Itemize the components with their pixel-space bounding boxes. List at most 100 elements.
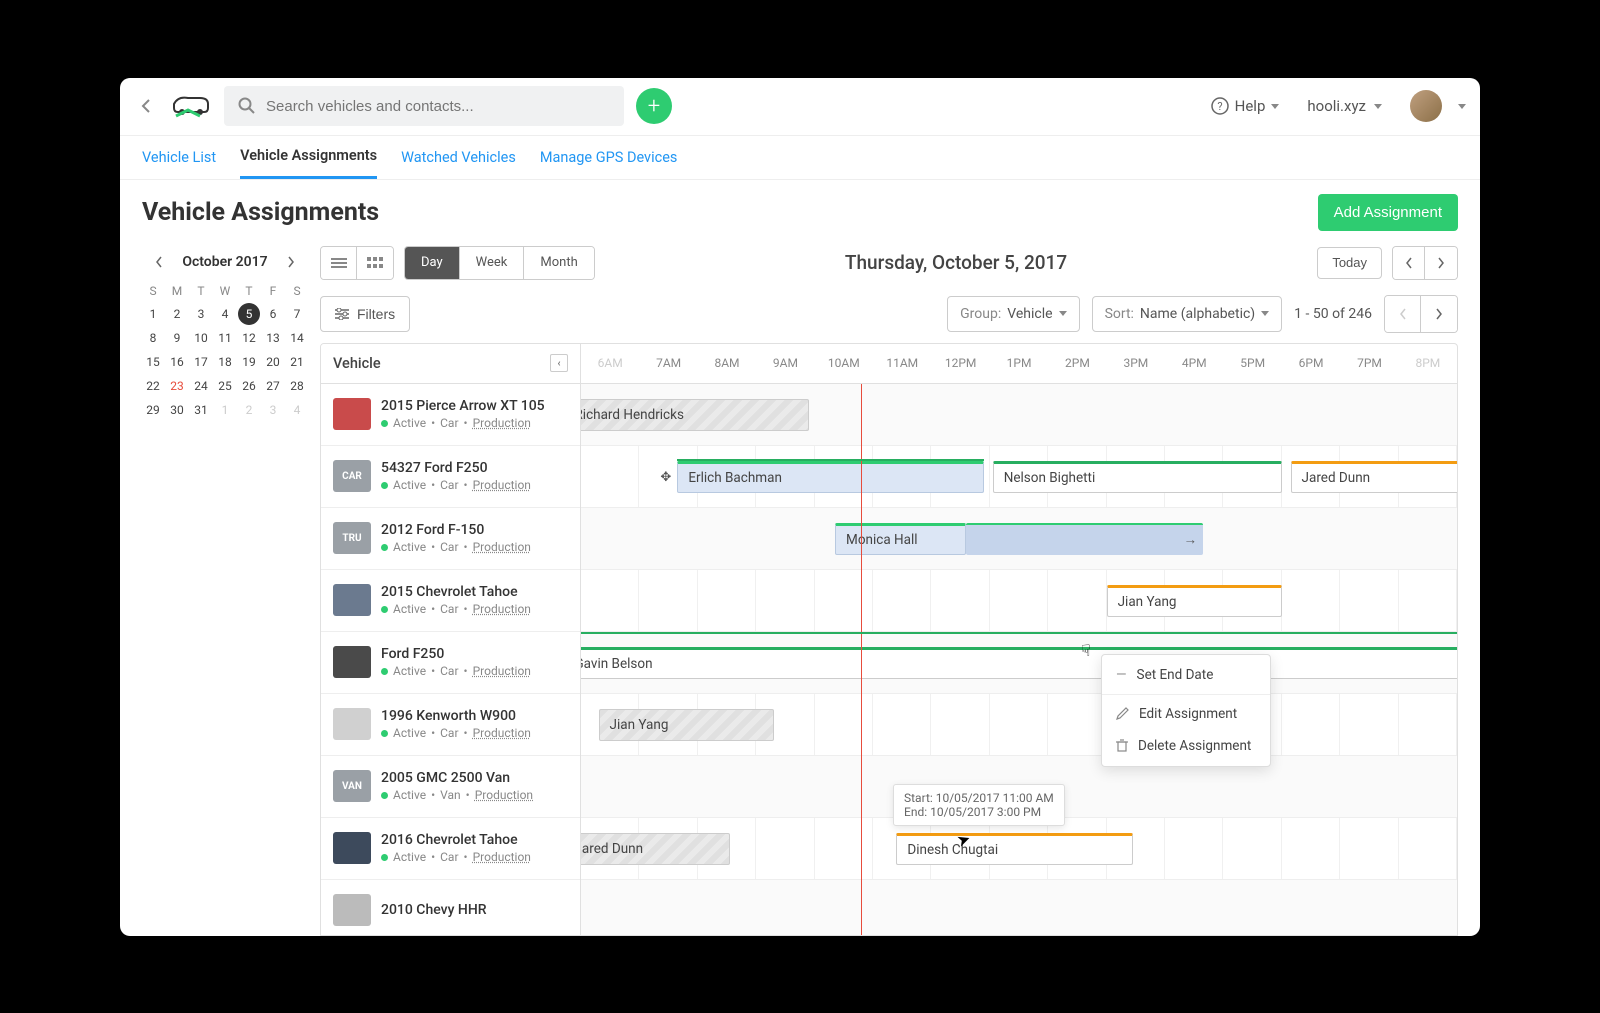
avatar[interactable] xyxy=(1410,90,1442,122)
prev-day-button[interactable] xyxy=(1393,247,1425,279)
calendar-day[interactable]: 23 xyxy=(166,375,188,397)
pagination: 1 - 50 of 246 xyxy=(1294,295,1458,333)
collapse-column-button[interactable]: ‹ xyxy=(550,354,568,372)
grid-view-icon[interactable] xyxy=(357,247,393,279)
nav-tab-manage-gps-devices[interactable]: Manage GPS Devices xyxy=(540,136,678,179)
add-button[interactable]: + xyxy=(636,88,672,124)
segment-week[interactable]: Week xyxy=(460,247,525,279)
nav-tab-vehicle-list[interactable]: Vehicle List xyxy=(142,136,216,179)
calendar-day[interactable]: 14 xyxy=(286,327,308,349)
assignment-bar[interactable]: ◀Jared Dunn xyxy=(581,833,730,865)
vehicle-row[interactable]: 2010 Chevy HHR xyxy=(321,880,580,935)
calendar-day[interactable]: 19 xyxy=(238,351,260,373)
segment-day[interactable]: Day xyxy=(405,247,460,279)
calendar-day[interactable]: 25 xyxy=(214,375,236,397)
assignment-bar[interactable]: Nelson Bighetti xyxy=(993,461,1282,493)
calendar-day[interactable]: 7 xyxy=(286,303,308,325)
search-box[interactable] xyxy=(224,86,624,126)
calendar-prev-button[interactable] xyxy=(148,251,170,273)
assignment-bar[interactable]: Monica Hall xyxy=(835,523,966,555)
calendar-day[interactable]: 8 xyxy=(142,327,164,349)
vehicle-thumbnail: VAN xyxy=(333,770,371,802)
today-button[interactable]: Today xyxy=(1317,247,1382,279)
calendar-day[interactable]: 1 xyxy=(214,399,236,421)
calendar-day[interactable]: 5 xyxy=(238,303,260,325)
calendar-day[interactable]: 20 xyxy=(262,351,284,373)
timeline-row[interactable]: ✥Erlich Bachman Nelson Bighetti Jared Dunn xyxy=(581,446,1457,508)
calendar-day[interactable]: 26 xyxy=(238,375,260,397)
calendar-day[interactable]: 28 xyxy=(286,375,308,397)
timeline-row[interactable]: ◀Jared Dunn Dinesh Chugtai xyxy=(581,818,1457,880)
org-selector[interactable]: hooli.xyz xyxy=(1299,97,1390,115)
assignment-bar[interactable]: Jian Yang xyxy=(1107,585,1282,617)
assignment-bar[interactable]: ◀Richard Hendricks xyxy=(581,399,809,431)
calendar-day[interactable]: 29 xyxy=(142,399,164,421)
calendar-dow: M xyxy=(166,281,188,301)
calendar-day[interactable]: 30 xyxy=(166,399,188,421)
calendar-day[interactable]: 21 xyxy=(286,351,308,373)
calendar-day[interactable]: 24 xyxy=(190,375,212,397)
assignment-extension[interactable]: → xyxy=(966,523,1203,555)
calendar-day[interactable]: 12 xyxy=(238,327,260,349)
nav-tab-watched-vehicles[interactable]: Watched Vehicles xyxy=(401,136,516,179)
calendar-day[interactable]: 1 xyxy=(142,303,164,325)
vehicle-row[interactable]: TRU2012 Ford F-150Active • Car • Product… xyxy=(321,508,580,570)
calendar-day[interactable]: 2 xyxy=(166,303,188,325)
calendar-day[interactable]: 31 xyxy=(190,399,212,421)
vehicle-row[interactable]: 2016 Chevrolet TahoeActive • Car • Produ… xyxy=(321,818,580,880)
vehicle-row[interactable]: Ford F250Active • Car • Production xyxy=(321,632,580,694)
calendar-day[interactable]: 13 xyxy=(262,327,284,349)
calendar-day[interactable]: 16 xyxy=(166,351,188,373)
menu-set-end-date[interactable]: — Set End Date xyxy=(1102,659,1270,691)
vehicle-row[interactable]: 2015 Chevrolet TahoeActive • Car • Produ… xyxy=(321,570,580,632)
next-day-button[interactable] xyxy=(1425,247,1457,279)
calendar-day[interactable]: 6 xyxy=(262,303,284,325)
vehicle-row[interactable]: 1996 Kenworth W900Active • Car • Product… xyxy=(321,694,580,756)
assignment-bar[interactable]: ✥Erlich Bachman xyxy=(677,461,984,493)
avatar-caret-icon[interactable] xyxy=(1458,104,1466,109)
page-prev-button[interactable] xyxy=(1385,296,1421,332)
calendar-day[interactable]: 4 xyxy=(286,399,308,421)
sort-dropdown[interactable]: Sort: Name (alphabetic) xyxy=(1092,296,1283,332)
timeline-row[interactable] xyxy=(581,880,1457,935)
vehicle-row[interactable]: 2015 Pierce Arrow XT 105Active • Car • P… xyxy=(321,384,580,446)
add-assignment-button[interactable]: Add Assignment xyxy=(1318,194,1458,231)
vehicle-row[interactable]: CAR54327 Ford F250Active • Car • Product… xyxy=(321,446,580,508)
calendar-day[interactable]: 3 xyxy=(190,303,212,325)
calendar-day[interactable]: 22 xyxy=(142,375,164,397)
menu-delete-assignment[interactable]: Delete Assignment xyxy=(1102,730,1270,762)
page-next-button[interactable] xyxy=(1421,296,1457,332)
timeline-row[interactable]: Jian Yang xyxy=(581,570,1457,632)
assignment-bar[interactable]: Jared Dunn xyxy=(1291,461,1457,493)
group-dropdown[interactable]: Group: Vehicle xyxy=(947,296,1079,332)
segment-month[interactable]: Month xyxy=(524,247,593,279)
calendar-day[interactable]: 17 xyxy=(190,351,212,373)
list-view-icon[interactable] xyxy=(321,247,357,279)
calendar-day[interactable]: 9 xyxy=(166,327,188,349)
calendar-day[interactable]: 10 xyxy=(190,327,212,349)
menu-edit-assignment[interactable]: Edit Assignment xyxy=(1102,698,1270,730)
timeline-row[interactable]: ◀Richard Hendricks xyxy=(581,384,1457,446)
back-button[interactable] xyxy=(134,94,158,118)
assignment-bar[interactable]: Dinesh Chugtai xyxy=(896,833,1133,865)
calendar-day[interactable]: 15 xyxy=(142,351,164,373)
calendar-day[interactable]: 18 xyxy=(214,351,236,373)
vehicle-row[interactable]: VAN2005 GMC 2500 VanActive • Van • Produ… xyxy=(321,756,580,818)
calendar-day[interactable]: 4 xyxy=(214,303,236,325)
vehicle-list[interactable]: 2015 Pierce Arrow XT 105Active • Car • P… xyxy=(321,384,580,935)
timeline-row[interactable]: ◀Gavin Belson xyxy=(581,632,1457,694)
timeline-row[interactable]: Jian Yang xyxy=(581,694,1457,756)
assignment-bar[interactable]: Jian Yang xyxy=(599,709,774,741)
calendar-day[interactable]: 2 xyxy=(238,399,260,421)
nav-tab-vehicle-assignments[interactable]: Vehicle Assignments xyxy=(240,136,377,179)
calendar-next-button[interactable] xyxy=(280,251,302,273)
help-link[interactable]: ? Help xyxy=(1203,97,1288,115)
assignment-bar[interactable]: ◀Gavin Belson xyxy=(581,647,1457,679)
calendar-day[interactable]: 3 xyxy=(262,399,284,421)
sort-value: Name (alphabetic) xyxy=(1140,306,1255,322)
timeline-row[interactable]: Monica Hall→ xyxy=(581,508,1457,570)
filters-button[interactable]: Filters xyxy=(320,296,410,332)
calendar-day[interactable]: 27 xyxy=(262,375,284,397)
search-input[interactable] xyxy=(266,98,610,115)
calendar-day[interactable]: 11 xyxy=(214,327,236,349)
